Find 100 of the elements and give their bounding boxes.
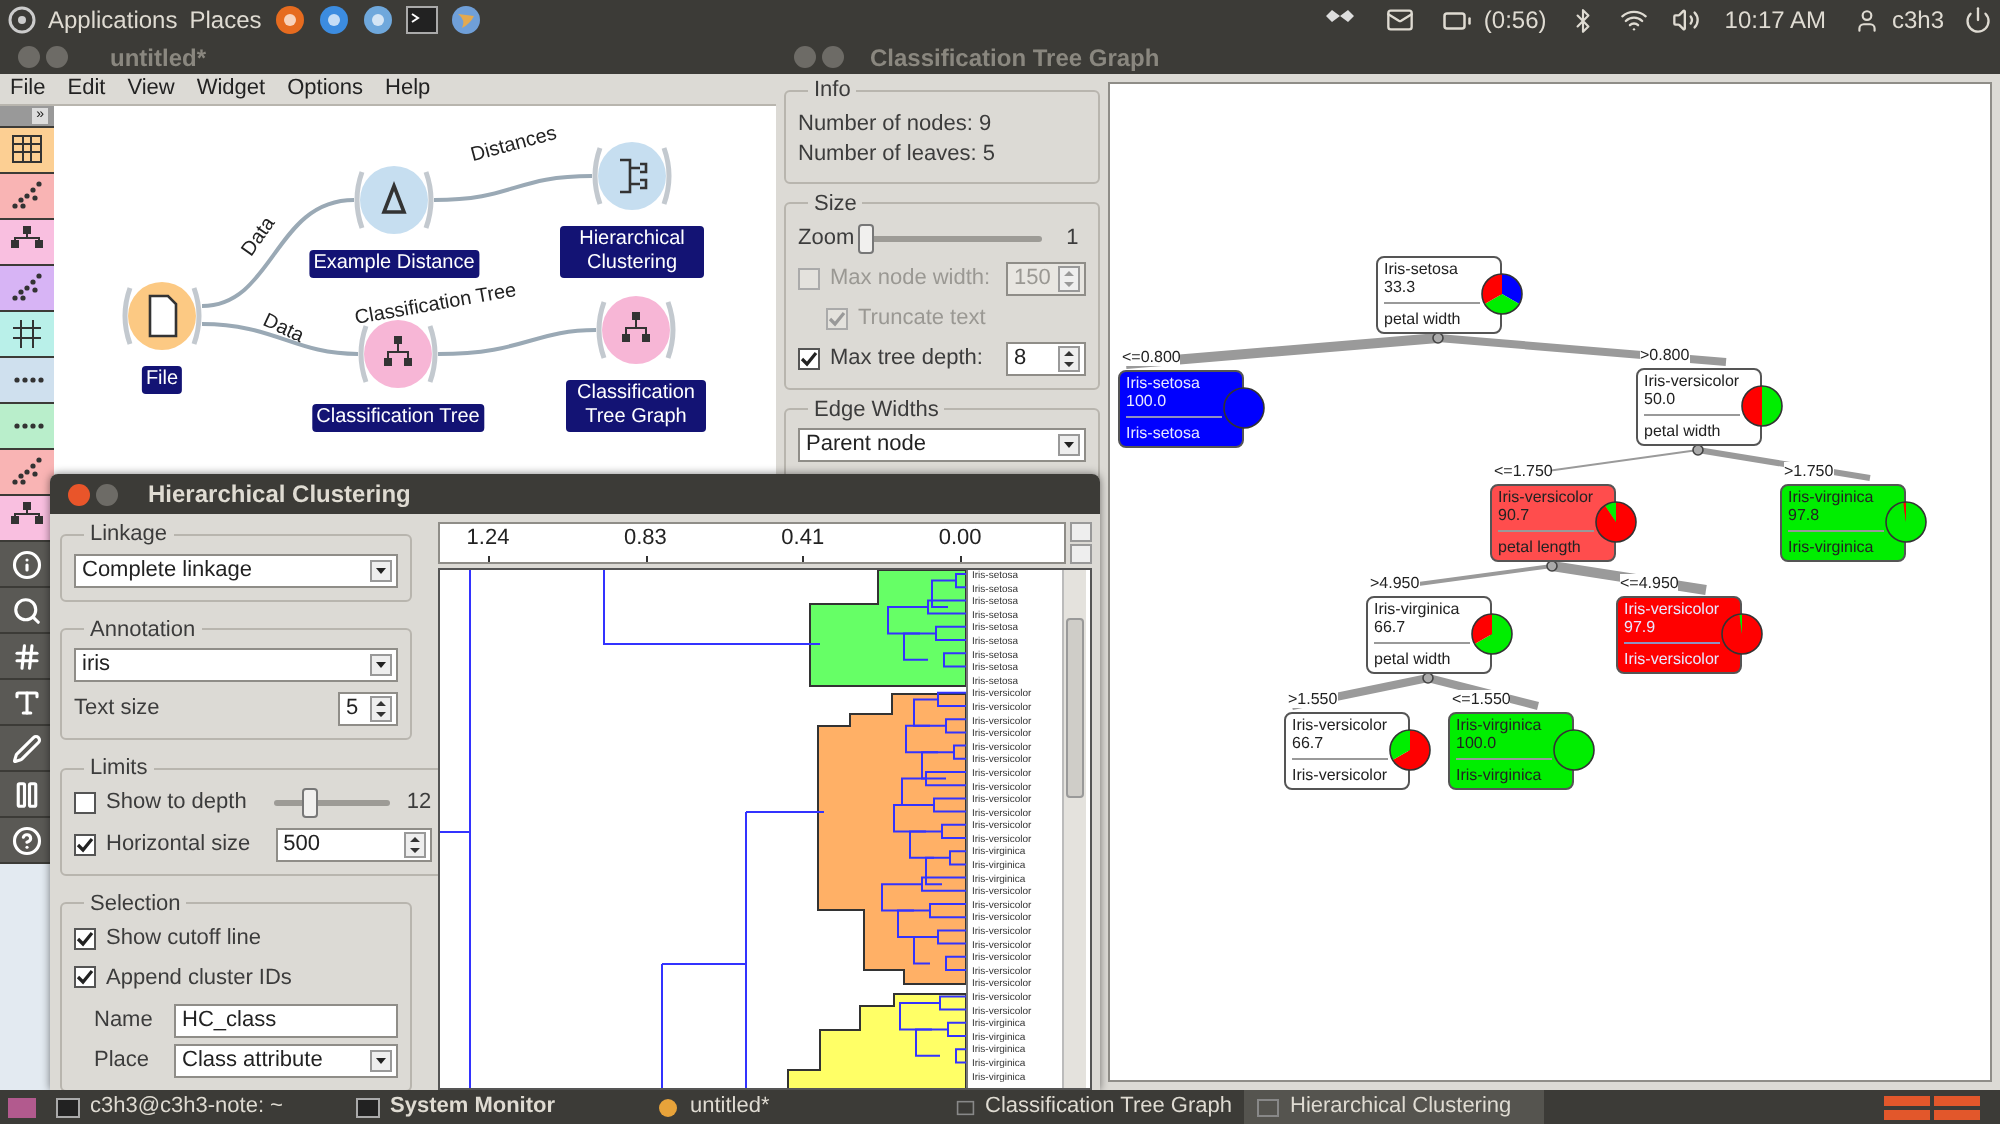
tree-node[interactable]: Iris-versicolor 90.7 petal length [1490,484,1616,562]
node-split: petal length [1498,538,1583,556]
wifi-icon[interactable] [1620,6,1649,34]
panel-menu[interactable]: Places [189,2,262,38]
browser-icon[interactable] [273,4,306,36]
text-icon[interactable] [0,680,54,724]
node-class: Iris-setosa [1384,260,1460,278]
node-split: petal width [1384,310,1463,328]
scatter-plot-icon[interactable] [0,174,54,218]
help-icon[interactable] [0,818,54,862]
menu-item[interactable]: Help [385,72,431,106]
node-class: Iris-setosa [1126,374,1202,392]
text-size-label: Text size [74,694,160,725]
mail-icon[interactable] [1385,6,1414,34]
taskbar-item[interactable]: Hierarchical Clustering [1244,1090,1544,1124]
pie-chart-icon [1720,612,1764,656]
user-name[interactable]: c3h3 [1891,2,1944,38]
checkbox[interactable]: Max tree depth: [798,341,983,375]
window-title: Hierarchical Clustering [148,478,411,512]
widget-label[interactable]: Classification Tree [312,404,484,432]
checkbox[interactable]: Show cutoff line [74,922,398,955]
check-mark-icon [800,349,818,367]
widget-label[interactable]: File [141,366,183,394]
slider-thumb[interactable] [858,224,875,254]
group-title: Edge Widths [812,395,941,425]
dots-icon[interactable] [0,358,54,402]
spin-box[interactable]: 8 [1006,341,1086,375]
pen-icon[interactable] [0,726,54,770]
tree-node[interactable]: Iris-virginica 100.0 Iris-virginica [1448,712,1574,790]
axis-tick-label: 0.83 [623,526,667,550]
widget-label[interactable]: Example Distance [309,250,479,278]
tree-node[interactable]: Iris-versicolor 50.0 petal width [1636,368,1762,446]
pause-icon[interactable] [0,772,54,816]
clock[interactable]: 10:17 AM [1724,2,1826,38]
workspace-switcher-icon[interactable] [1884,1095,1980,1119]
show-desktop-icon[interactable] [8,1097,36,1117]
taskbar-item[interactable]: System Monitor [344,1090,644,1124]
split-condition: <=0.800 [1122,348,1181,366]
volume-icon[interactable] [1672,6,1701,34]
axis-tick-label: 0.41 [781,526,825,550]
menu-item[interactable]: Edit [67,72,106,106]
search-icon[interactable] [0,588,54,632]
panel-menu[interactable]: Applications [48,2,178,38]
menu-item[interactable]: Options [287,72,364,106]
checkbox[interactable]: Append cluster IDs [74,961,398,994]
dots-icon[interactable] [0,404,54,448]
widget-label[interactable]: Hierarchical Clustering [560,226,704,278]
tree-node[interactable]: Iris-versicolor 66.7 Iris-versicolor [1284,712,1410,790]
tree-node[interactable]: Iris-setosa 100.0 Iris-setosa [1118,370,1244,448]
menu-item[interactable]: File [10,72,46,106]
scatter-plot-icon[interactable] [0,450,54,494]
slider-thumb[interactable] [301,788,318,818]
dropdown[interactable]: Complete linkage [74,553,398,587]
node-class: Iris-virginica [1374,600,1462,618]
node-split: Iris-versicolor [1624,650,1722,668]
window-title: untitled* [110,41,206,75]
tree-node[interactable]: Iris-virginica 66.7 petal width [1366,596,1492,674]
terminal-icon [56,1097,80,1117]
scatter-plot-icon[interactable] [0,266,54,310]
checkbox[interactable]: Show to depth [74,786,247,820]
node-percent: 100.0 [1456,734,1499,752]
dropdown[interactable]: iris [74,648,398,682]
name-field[interactable]: HC_class [174,1004,398,1038]
spin-box[interactable]: 500 [275,827,432,861]
taskbar-item[interactable]: Classification Tree Graph [944,1090,1244,1124]
tree-node[interactable]: Iris-setosa 33.3 petal width [1376,256,1502,334]
dropdown[interactable]: Parent node [798,428,1086,462]
checkbox[interactable]: Horizontal size [74,827,251,861]
node-class: Iris-versicolor [1498,488,1596,506]
menu-item[interactable]: View [127,72,175,106]
ubuntu-logo-icon[interactable] [8,6,36,34]
browser-icon[interactable] [361,4,394,36]
pie-chart-icon [1470,612,1514,656]
tree-icon[interactable] [0,220,54,264]
group-title: Annotation [88,615,198,645]
hash-icon[interactable] [0,634,54,678]
spin-box[interactable]: 5 [338,692,398,726]
pie-chart-icon [1594,500,1638,544]
dropdown[interactable]: Class attribute [174,1044,398,1078]
split-condition: <=1.750 [1494,462,1553,480]
branch-dot [1422,672,1434,684]
menu-item[interactable]: Widget [196,72,266,106]
power-icon[interactable] [1964,6,1992,34]
user-icon[interactable] [1853,7,1880,33]
widget-label[interactable]: Classification Tree Graph [566,380,706,432]
node-split: Iris-virginica [1788,538,1876,556]
table-icon[interactable] [0,128,54,172]
taskbar-item[interactable]: untitled* [644,1090,944,1124]
monitor-icon [356,1097,380,1117]
pie-chart-icon [1884,500,1928,544]
node-percent: 66.7 [1374,618,1408,636]
terminal-icon[interactable] [405,6,438,34]
globe-icon[interactable] [449,4,482,36]
scrollbar[interactable] [1062,570,1086,1088]
browser-icon[interactable] [317,4,350,36]
info-icon[interactable] [0,542,54,586]
grid-icon[interactable] [0,312,54,356]
close-button[interactable] [68,483,90,505]
depth-value: 12 [406,788,432,819]
taskbar-item[interactable]: c3h3@c3h3-note: ~ [44,1090,344,1124]
